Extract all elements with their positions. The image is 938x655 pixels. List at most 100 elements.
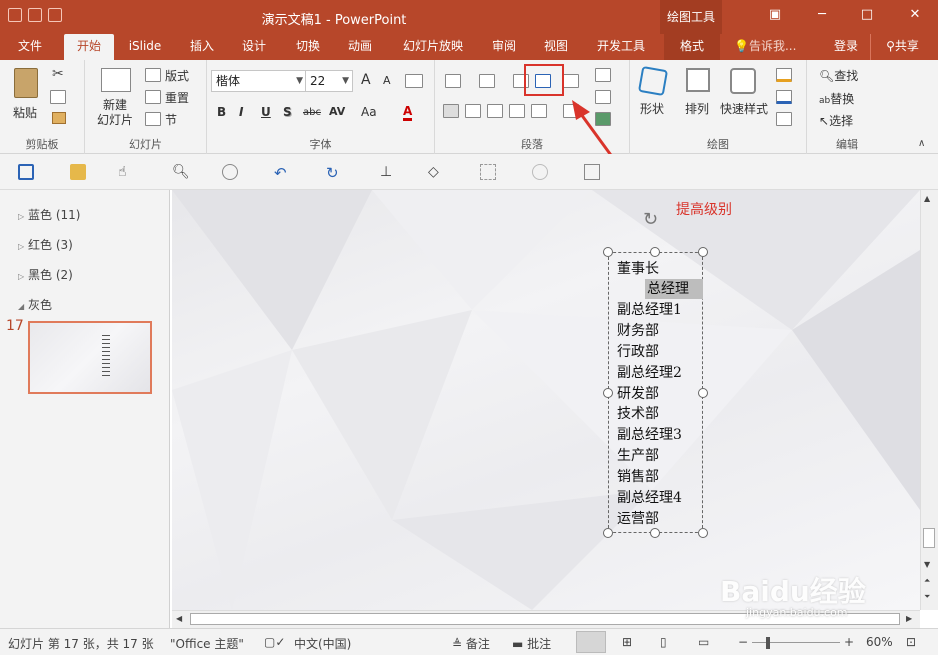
align-right-icon[interactable] (487, 104, 503, 118)
textbox-icon[interactable] (584, 164, 600, 180)
text-direction-icon[interactable] (595, 68, 611, 82)
fit-to-window-icon[interactable]: ⊡ (906, 635, 916, 649)
tell-me-box[interactable]: 💡告诉我... (734, 34, 824, 60)
slide-canvas[interactable] (172, 190, 920, 610)
tab-file[interactable]: 文件 (8, 34, 52, 60)
tab-design[interactable]: 设计 (232, 34, 276, 60)
quick-styles-icon[interactable] (730, 68, 756, 94)
normal-view-button[interactable] (576, 631, 606, 653)
tab-format[interactable]: 格式 (664, 34, 720, 60)
rotate-handle-icon[interactable]: ↻ (643, 209, 658, 230)
tab-home[interactable]: 开始 (64, 34, 114, 60)
shape-icon[interactable]: ◇ (428, 164, 444, 180)
comments-button[interactable]: ▬ 批注 (512, 635, 551, 652)
tab-transitions[interactable]: 切换 (286, 34, 330, 60)
resize-handle[interactable] (698, 388, 708, 398)
new-slide-button[interactable]: 新建 幻灯片 (91, 66, 141, 128)
change-case-button[interactable]: Aa (361, 105, 377, 119)
notes-button[interactable]: ≜ 备注 (452, 635, 490, 652)
resize-handle[interactable] (650, 528, 660, 538)
section-label[interactable]: 节 (165, 111, 177, 128)
layout-icon[interactable] (145, 68, 161, 82)
copy-icon[interactable] (50, 90, 66, 104)
slideshow-icon[interactable]: ▭ (698, 635, 709, 649)
grow-font-button[interactable]: A (361, 72, 371, 88)
shape-effects-icon[interactable] (776, 112, 792, 126)
textbox-line[interactable]: 技术部 (617, 404, 659, 424)
open-folder-icon[interactable] (70, 164, 86, 180)
merge-shapes-icon[interactable] (532, 164, 548, 180)
tab-view[interactable]: 视图 (534, 34, 578, 60)
tab-slideshow[interactable]: 幻灯片放映 (396, 34, 470, 60)
scroll-left-icon[interactable]: ◀ (176, 614, 182, 623)
spellcheck-icon[interactable]: ▢✓ (264, 635, 285, 649)
textbox-line[interactable]: 董事长 (617, 259, 659, 279)
language-status[interactable]: 中文(中国) (294, 635, 351, 652)
slide-sorter-icon[interactable]: ⊞ (622, 635, 632, 649)
align-icon[interactable]: ⊥ (380, 164, 396, 180)
present-icon[interactable] (222, 164, 238, 180)
strikethrough-button[interactable]: abc (303, 107, 321, 118)
textbox-line[interactable]: 副总经理1 (617, 300, 682, 320)
textbox-line[interactable]: 财务部 (617, 321, 659, 341)
resize-handle[interactable] (603, 247, 613, 257)
section-black[interactable]: ▷ 黑色 (2) (18, 266, 73, 283)
zoom-out-icon[interactable]: − (738, 635, 748, 649)
touch-mode-icon[interactable]: ☝ (118, 164, 134, 180)
resize-handle[interactable] (698, 528, 708, 538)
reading-view-icon[interactable]: ▯ (660, 635, 667, 649)
print-preview-icon[interactable]: 🔍︎ (172, 164, 190, 180)
tab-insert[interactable]: 插入 (180, 34, 224, 60)
maximize-icon[interactable]: □ (860, 8, 874, 22)
scroll-right-icon[interactable]: ▶ (906, 614, 912, 623)
textbox-line[interactable]: 副总经理3 (617, 425, 682, 445)
textbox-line-selected[interactable]: 总经理 (645, 279, 703, 299)
bullets-icon[interactable] (445, 74, 461, 88)
line-spacing-icon[interactable] (563, 74, 579, 88)
format-painter-icon[interactable] (52, 112, 66, 124)
zoom-level[interactable]: 60% (866, 635, 893, 649)
numbering-icon[interactable] (479, 74, 495, 88)
justify-icon[interactable] (509, 104, 525, 118)
reset-label[interactable]: 重置 (165, 89, 189, 106)
ribbon-display-options-icon[interactable]: ▣ (768, 8, 782, 22)
textbox-line[interactable]: 副总经理4 (617, 488, 682, 508)
find-button[interactable]: 🔍︎查找 (819, 67, 858, 84)
scrollbar-thumb[interactable] (923, 528, 935, 548)
group-icon[interactable] (480, 164, 496, 180)
share-button[interactable]: ⚲共享 (870, 34, 934, 60)
underline-button[interactable]: U (261, 105, 271, 119)
textbox-line[interactable]: 研发部 (617, 384, 659, 404)
resize-handle[interactable] (603, 528, 613, 538)
org-chart-textbox[interactable]: 董事长 总经理 副总经理1 财务部 行政部 副总经理2 研发部 技术部 副总经理… (608, 252, 703, 533)
textbox-line[interactable]: 副总经理2 (617, 363, 682, 383)
vertical-scrollbar[interactable]: ▲ ▼ ⏶ ⏷ (920, 190, 938, 610)
arrange-icon[interactable] (686, 68, 710, 92)
scroll-down-icon[interactable]: ▼ (924, 560, 930, 569)
font-name-dropdown[interactable]: 楷体 ▼ (211, 70, 307, 92)
distributed-icon[interactable] (531, 104, 547, 118)
character-spacing-button[interactable]: AV (329, 105, 345, 118)
tab-developer[interactable]: 开发工具 (590, 34, 652, 60)
scroll-up-icon[interactable]: ▲ (924, 194, 930, 203)
next-slide-icon[interactable]: ⏷ (924, 592, 930, 602)
textbox-line[interactable]: 行政部 (617, 342, 659, 362)
textbox-line[interactable]: 生产部 (617, 446, 659, 466)
close-icon[interactable]: ✕ (908, 8, 922, 22)
collapse-ribbon-icon[interactable]: ∧ (918, 138, 925, 149)
zoom-in-icon[interactable]: + (844, 635, 854, 649)
undo-icon[interactable]: ↶ (274, 164, 290, 182)
align-center-icon[interactable] (465, 104, 481, 118)
section-icon[interactable] (145, 112, 161, 126)
select-button[interactable]: ↖选择 (819, 112, 853, 129)
cut-icon[interactable]: ✂ (52, 66, 64, 82)
section-red[interactable]: ▷ 红色 (3) (18, 236, 73, 253)
tab-islide[interactable]: iSlide (122, 34, 168, 60)
save-icon[interactable] (18, 164, 34, 180)
shadow-button[interactable]: S (283, 105, 292, 119)
tab-review[interactable]: 审阅 (482, 34, 526, 60)
resize-handle[interactable] (650, 247, 660, 257)
bold-button[interactable]: B (217, 105, 226, 119)
resize-handle[interactable] (698, 247, 708, 257)
minimize-icon[interactable]: ─ (815, 8, 829, 22)
